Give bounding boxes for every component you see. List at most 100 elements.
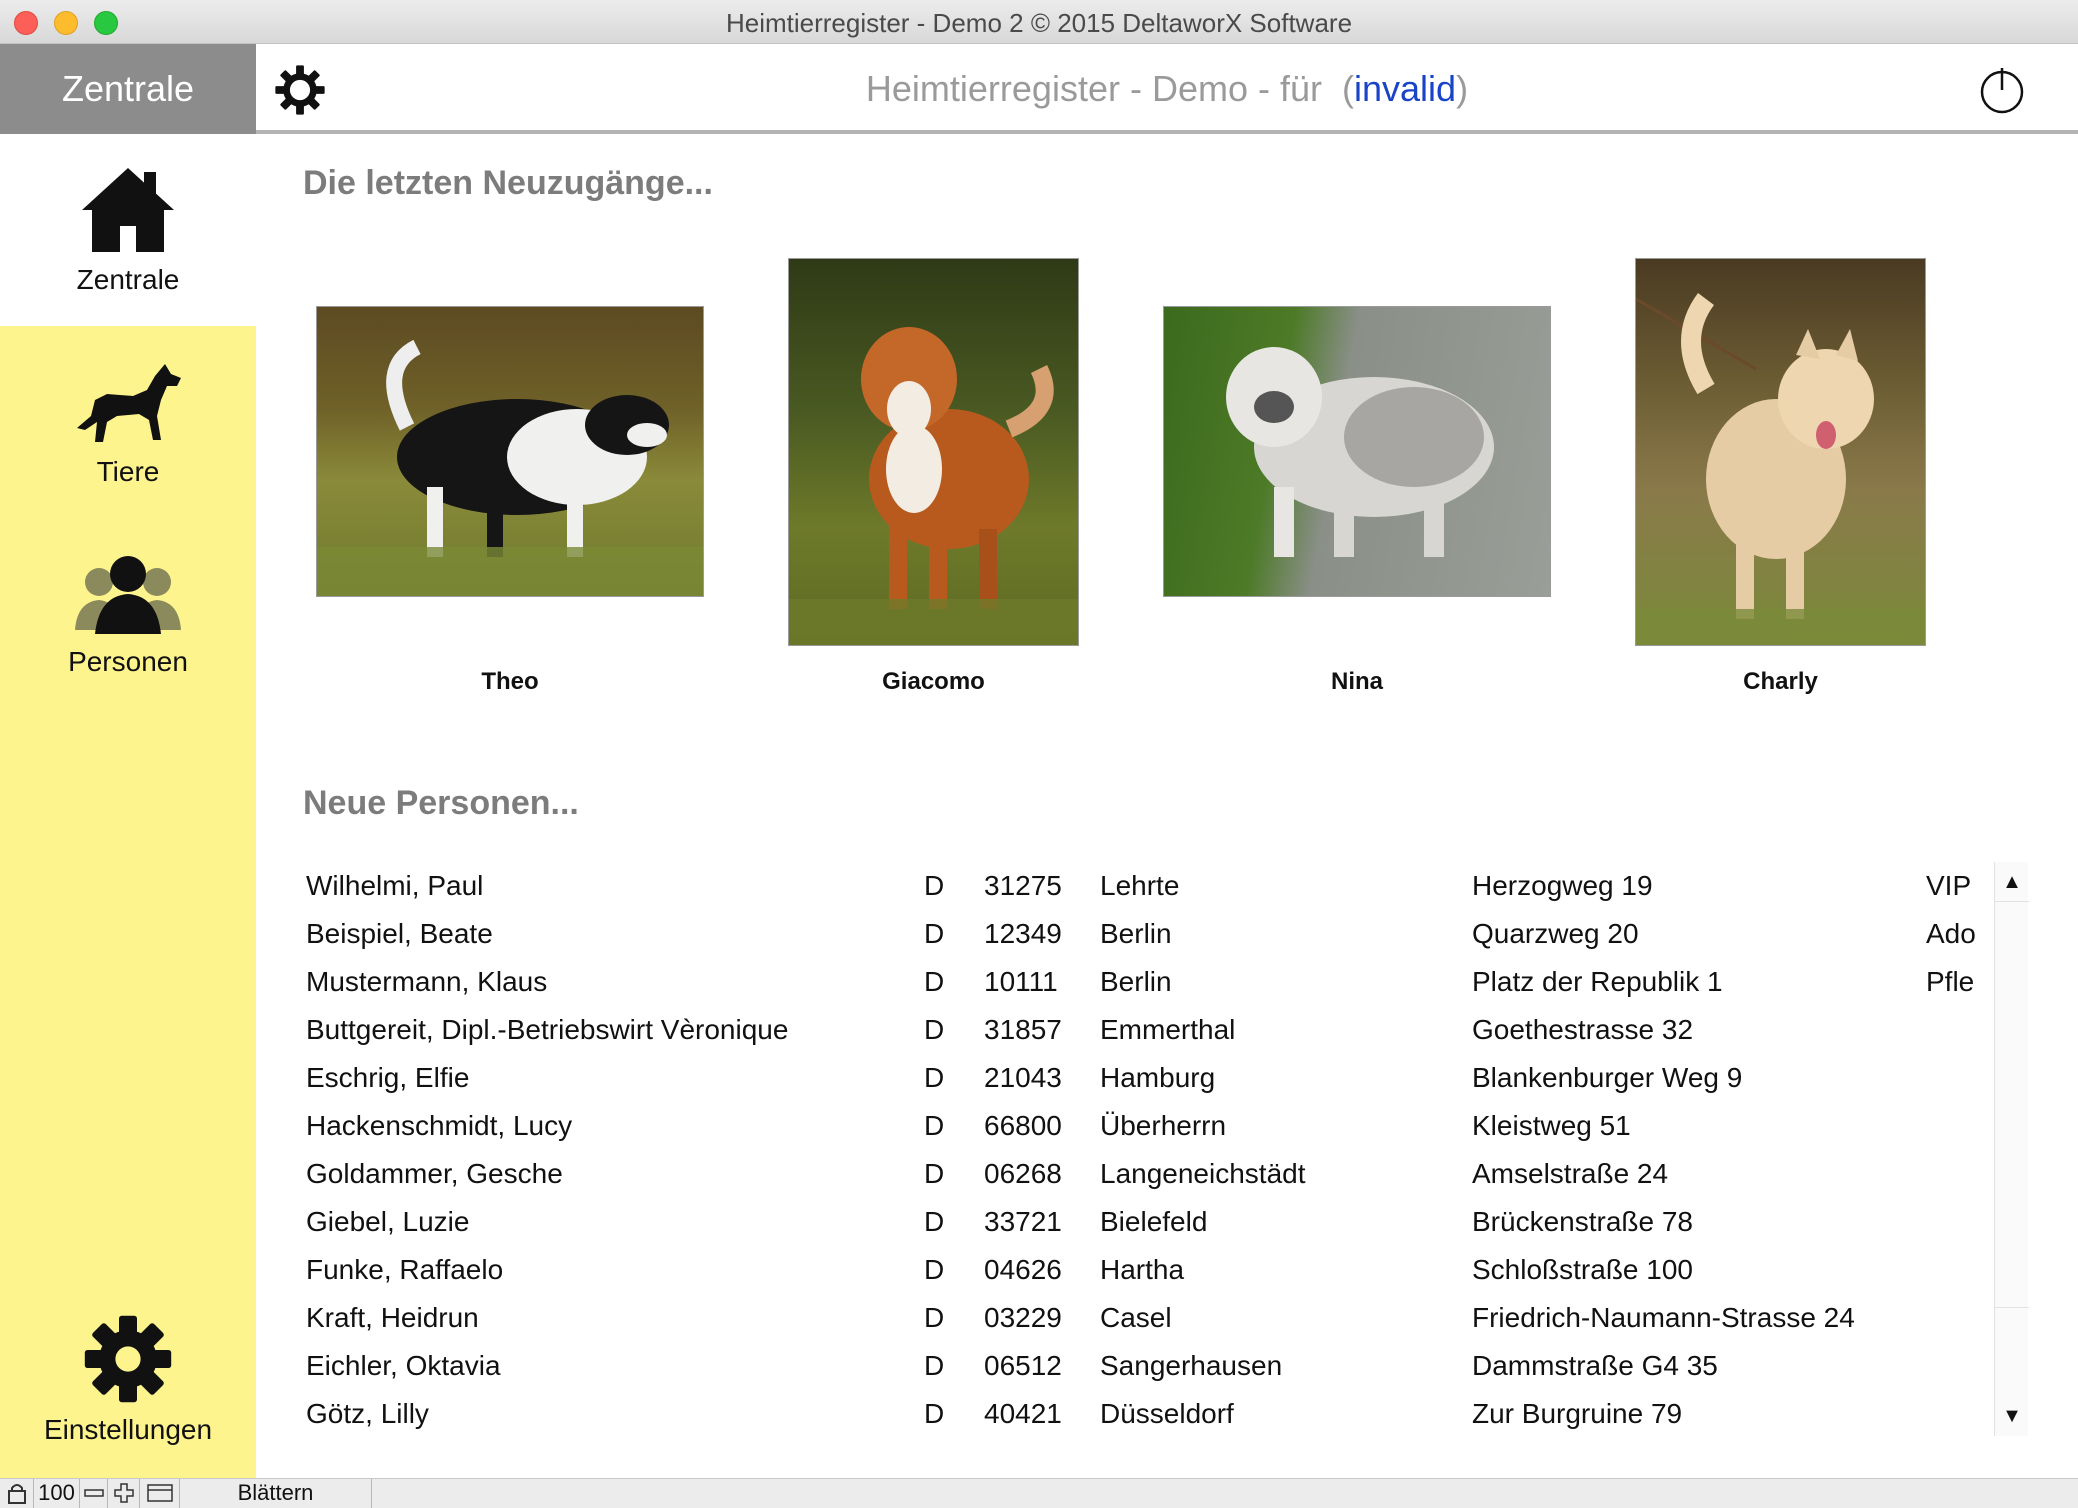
- pet-name[interactable]: Giacomo: [788, 668, 1079, 696]
- dog-photo-image: [789, 327, 1078, 645]
- pet-name[interactable]: Theo: [316, 668, 704, 696]
- person-country: D: [924, 1302, 945, 1333]
- house-icon: [82, 168, 174, 252]
- person-city: Lehrte: [1100, 870, 1180, 901]
- person-country: D: [924, 1062, 945, 1093]
- sidebar-item-label: Tiere: [96, 456, 160, 487]
- zoom-in-icon[interactable]: [108, 1479, 140, 1508]
- person-zip: 06512: [984, 1350, 1062, 1381]
- window-title: Heimtierregister - Demo 2 © 2015 Deltawo…: [725, 8, 1353, 38]
- table-row[interactable]: Beispiel, Beate D 12349 Berlin Quarzweg 20 Ad…: [300, 910, 1990, 958]
- person-name: Mustermann, Klaus: [306, 966, 548, 997]
- person-country: D: [924, 1206, 945, 1237]
- pet-photo-nina[interactable]: [1163, 306, 1551, 597]
- person-name: Götz, Lilly: [306, 1398, 429, 1429]
- table-row[interactable]: Götz, Lilly D 40421 Düsseldorf Zur Burgruine…: [300, 1390, 1990, 1438]
- table-row[interactable]: Eichler, Oktavia D 06512 Sangerhausen Dammst…: [300, 1342, 1990, 1390]
- table-row[interactable]: Goldammer, Gesche D 06268 Langeneichstädt Am…: [300, 1150, 1990, 1198]
- power-icon[interactable]: [1978, 66, 2026, 114]
- person-street: Dammstraße G4 35: [1472, 1350, 1718, 1381]
- person-city: Casel: [1100, 1302, 1172, 1333]
- person-tag: VIP: [1926, 870, 1972, 901]
- table-row[interactable]: Mustermann, Klaus D 10111 Berlin Platz der R…: [300, 958, 1990, 1006]
- people-icon: [75, 556, 181, 634]
- scroll-down-icon[interactable]: ▼: [1995, 1396, 2029, 1436]
- sidebar-item-einstellungen[interactable]: Einstellungen: [0, 1314, 256, 1464]
- table-row[interactable]: Eschrig, Elfie D 21043 Hamburg Blankenburger…: [300, 1054, 1990, 1102]
- lock-icon[interactable]: [0, 1479, 34, 1508]
- status-bar: 100 Blättern: [0, 1478, 2078, 1508]
- person-name: Wilhelmi, Paul: [306, 870, 484, 901]
- person-zip: 31857: [984, 1014, 1062, 1045]
- dog-icon: [77, 364, 181, 442]
- app-window: Heimtierregister - Demo 2 © 2015 Deltawo…: [0, 0, 2078, 1508]
- person-zip: 40421: [984, 1398, 1062, 1429]
- home-tab[interactable]: Zentrale: [0, 44, 256, 134]
- new-persons-title: Neue Personen...: [303, 784, 579, 822]
- dog-photo-image: [317, 339, 703, 596]
- pet-photo-charly[interactable]: [1635, 258, 1926, 646]
- person-tag: Pfle: [1926, 966, 1975, 997]
- person-street: Goethestrasse 32: [1472, 1014, 1694, 1045]
- license-link[interactable]: invalid: [1354, 68, 1456, 109]
- person-name: Hackenschmidt, Lucy: [306, 1110, 573, 1141]
- sidebar-item-zentrale[interactable]: Zentrale: [0, 138, 256, 326]
- person-tag: Ado: [1926, 918, 1976, 949]
- person-street: Zur Burgruine 79: [1472, 1398, 1683, 1429]
- zoom-out-icon[interactable]: [80, 1479, 108, 1508]
- pet-photo-theo[interactable]: [316, 306, 704, 597]
- person-zip: 04626: [984, 1254, 1062, 1285]
- person-country: D: [924, 1014, 945, 1045]
- person-city: Düsseldorf: [1100, 1398, 1234, 1429]
- person-name: Giebel, Luzie: [306, 1206, 470, 1237]
- person-name: Buttgereit, Dipl.-Betriebswirt Vèronique: [306, 1014, 789, 1045]
- table-row[interactable]: Kraft, Heidrun D 03229 Casel Friedrich-Nauma…: [300, 1294, 1990, 1342]
- dog-photo-image: [1636, 293, 1925, 645]
- scroll-up-icon[interactable]: ▲: [1995, 862, 2029, 902]
- person-city: Hamburg: [1100, 1062, 1216, 1093]
- pet-photo-giacomo[interactable]: [788, 258, 1079, 646]
- person-city: Emmerthal: [1100, 1014, 1236, 1045]
- table-row[interactable]: Giebel, Luzie D 33721 Bielefeld Brückenstraß…: [300, 1198, 1990, 1246]
- table-row[interactable]: Buttgereit, Dipl.-Betriebswirt Vèronique…: [300, 1006, 1990, 1054]
- person-zip: 31275: [984, 870, 1062, 901]
- person-name: Beispiel, Beate: [306, 918, 493, 949]
- person-zip: 66800: [984, 1110, 1062, 1141]
- toggle-toolbar-icon[interactable]: [140, 1479, 180, 1508]
- persons-scrollbar[interactable]: ▲ ▼: [1994, 862, 2029, 1436]
- toolbar-title-close: ): [1456, 68, 1469, 109]
- person-name: Eichler, Oktavia: [306, 1350, 501, 1381]
- person-country: D: [924, 1110, 945, 1141]
- toolbar-title-text: Heimtierregister - Demo - für: [865, 68, 1322, 109]
- person-street: Friedrich-Naumann-Strasse 24: [1472, 1302, 1855, 1333]
- pet-name[interactable]: Charly: [1635, 668, 1926, 696]
- person-street: Quarzweg 20: [1472, 918, 1639, 949]
- dog-photo-image: [1226, 347, 1494, 557]
- person-country: D: [924, 870, 945, 901]
- title-bar: Heimtierregister - Demo 2 © 2015 Deltawo…: [0, 0, 2078, 44]
- zoom-level[interactable]: 100: [34, 1479, 80, 1508]
- pet-name[interactable]: Nina: [1163, 668, 1551, 696]
- person-country: D: [924, 1350, 945, 1381]
- person-street: Blankenburger Weg 9: [1472, 1062, 1743, 1093]
- person-country: D: [924, 918, 945, 949]
- table-row[interactable]: Hackenschmidt, Lucy D 66800 Überherrn Kleist…: [300, 1102, 1990, 1150]
- person-street: Schloßstraße 100: [1472, 1254, 1693, 1285]
- sidebar-item-personen[interactable]: Personen: [0, 552, 256, 702]
- sidebar-item-label: Zentrale: [76, 264, 180, 295]
- person-name: Kraft, Heidrun: [306, 1302, 479, 1333]
- table-row[interactable]: Wilhelmi, Paul D 31275 Lehrte Herzogweg 19 VI…: [300, 862, 1990, 910]
- person-street: Platz der Republik 1: [1472, 966, 1723, 997]
- mode-selector[interactable]: Blättern: [180, 1479, 372, 1508]
- gear-icon: [84, 1315, 172, 1403]
- person-country: D: [924, 1254, 945, 1285]
- toolbar-title-open: (: [1342, 68, 1355, 109]
- person-zip: 33721: [984, 1206, 1062, 1237]
- table-row[interactable]: Funke, Raffaelo D 04626 Hartha Schloßstraße …: [300, 1246, 1990, 1294]
- person-country: D: [924, 966, 945, 997]
- person-zip: 06268: [984, 1158, 1062, 1189]
- person-street: Kleistweg 51: [1472, 1110, 1631, 1141]
- person-zip: 12349: [984, 918, 1062, 949]
- sidebar-item-tiere[interactable]: Tiere: [0, 360, 256, 510]
- person-name: Eschrig, Elfie: [306, 1062, 470, 1093]
